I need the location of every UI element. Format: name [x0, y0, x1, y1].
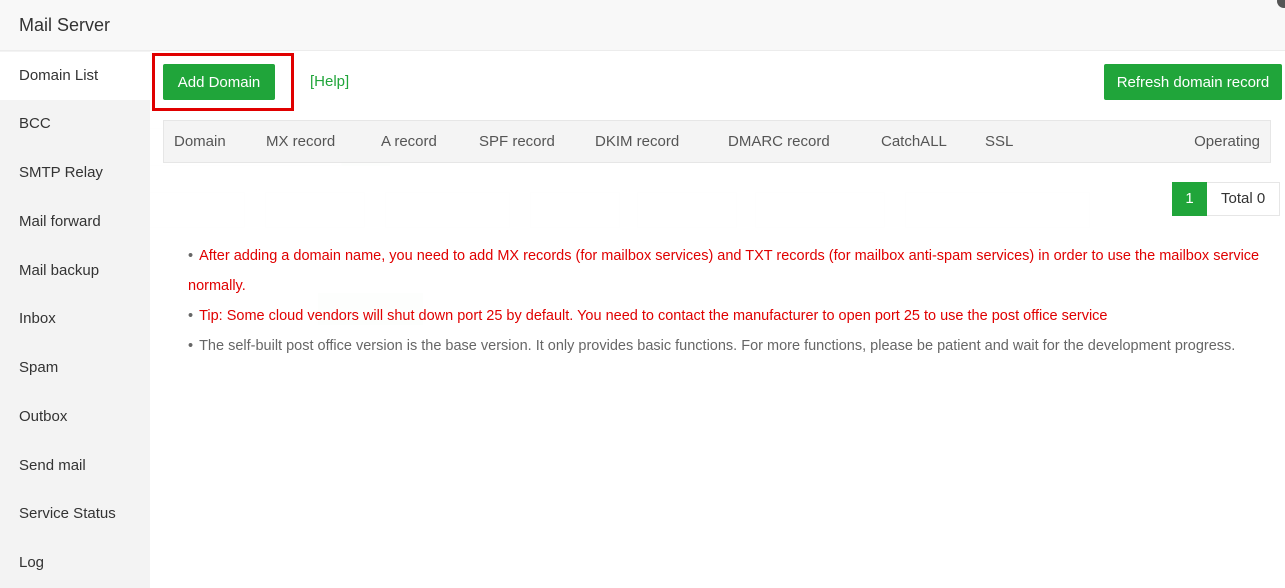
add-domain-button[interactable]: Add Domain: [163, 64, 275, 100]
window-titlebar: Mail Server: [0, 0, 1285, 51]
sidebar-item-spam[interactable]: Spam: [0, 344, 150, 392]
sidebar-item-mail-backup[interactable]: Mail backup: [0, 247, 150, 295]
sidebar: Domain List BCC SMTP Relay Mail forward …: [0, 51, 150, 588]
window-title: Mail Server: [19, 15, 111, 35]
column-operating: Operating: [1194, 133, 1260, 150]
column-domain: Domain: [174, 133, 226, 150]
column-mx-record: MX record: [266, 133, 336, 150]
column-dkim-record: DKIM record: [595, 133, 680, 150]
column-catchall: CatchALL: [881, 133, 947, 150]
sidebar-item-smtp-relay[interactable]: SMTP Relay: [0, 149, 150, 197]
sidebar-item-log[interactable]: Log: [0, 539, 150, 587]
sidebar-item-inbox[interactable]: Inbox: [0, 295, 150, 343]
domain-list-panel: Add Domain [Help] Refresh domain record …: [150, 51, 1285, 588]
column-spf-record: SPF record: [479, 133, 555, 150]
column-ssl: SSL: [985, 133, 1014, 150]
sidebar-item-send-mail[interactable]: Send mail: [0, 442, 150, 490]
sidebar-item-outbox[interactable]: Outbox: [0, 393, 150, 441]
domain-table-header: Domain MX record A record SPF record DKI…: [163, 120, 1271, 163]
help-link[interactable]: [Help]: [310, 73, 349, 90]
sidebar-item-mail-forward[interactable]: Mail forward: [0, 198, 150, 246]
sidebar-item-domain-list[interactable]: Domain List: [0, 52, 150, 100]
pagination-total: Total 0: [1207, 182, 1281, 216]
tips-list: After adding a domain name, you need to …: [188, 241, 1263, 361]
column-a-record: A record: [381, 133, 437, 150]
column-dmarc-record: DMARC record: [728, 133, 830, 150]
tip-base-version: The self-built post office version is th…: [188, 331, 1263, 361]
close-icon[interactable]: [1277, 0, 1285, 8]
sidebar-item-bcc[interactable]: BCC: [0, 100, 150, 148]
tip-dns-records: After adding a domain name, you need to …: [188, 241, 1263, 301]
tip-port-25: Tip: Some cloud vendors will shut down p…: [188, 301, 1263, 331]
refresh-domain-record-button[interactable]: Refresh domain record: [1104, 64, 1282, 100]
sidebar-item-service-status[interactable]: Service Status: [0, 490, 150, 538]
pagination: 1 Total 0: [1172, 182, 1281, 216]
page-number-button[interactable]: 1: [1172, 182, 1207, 216]
